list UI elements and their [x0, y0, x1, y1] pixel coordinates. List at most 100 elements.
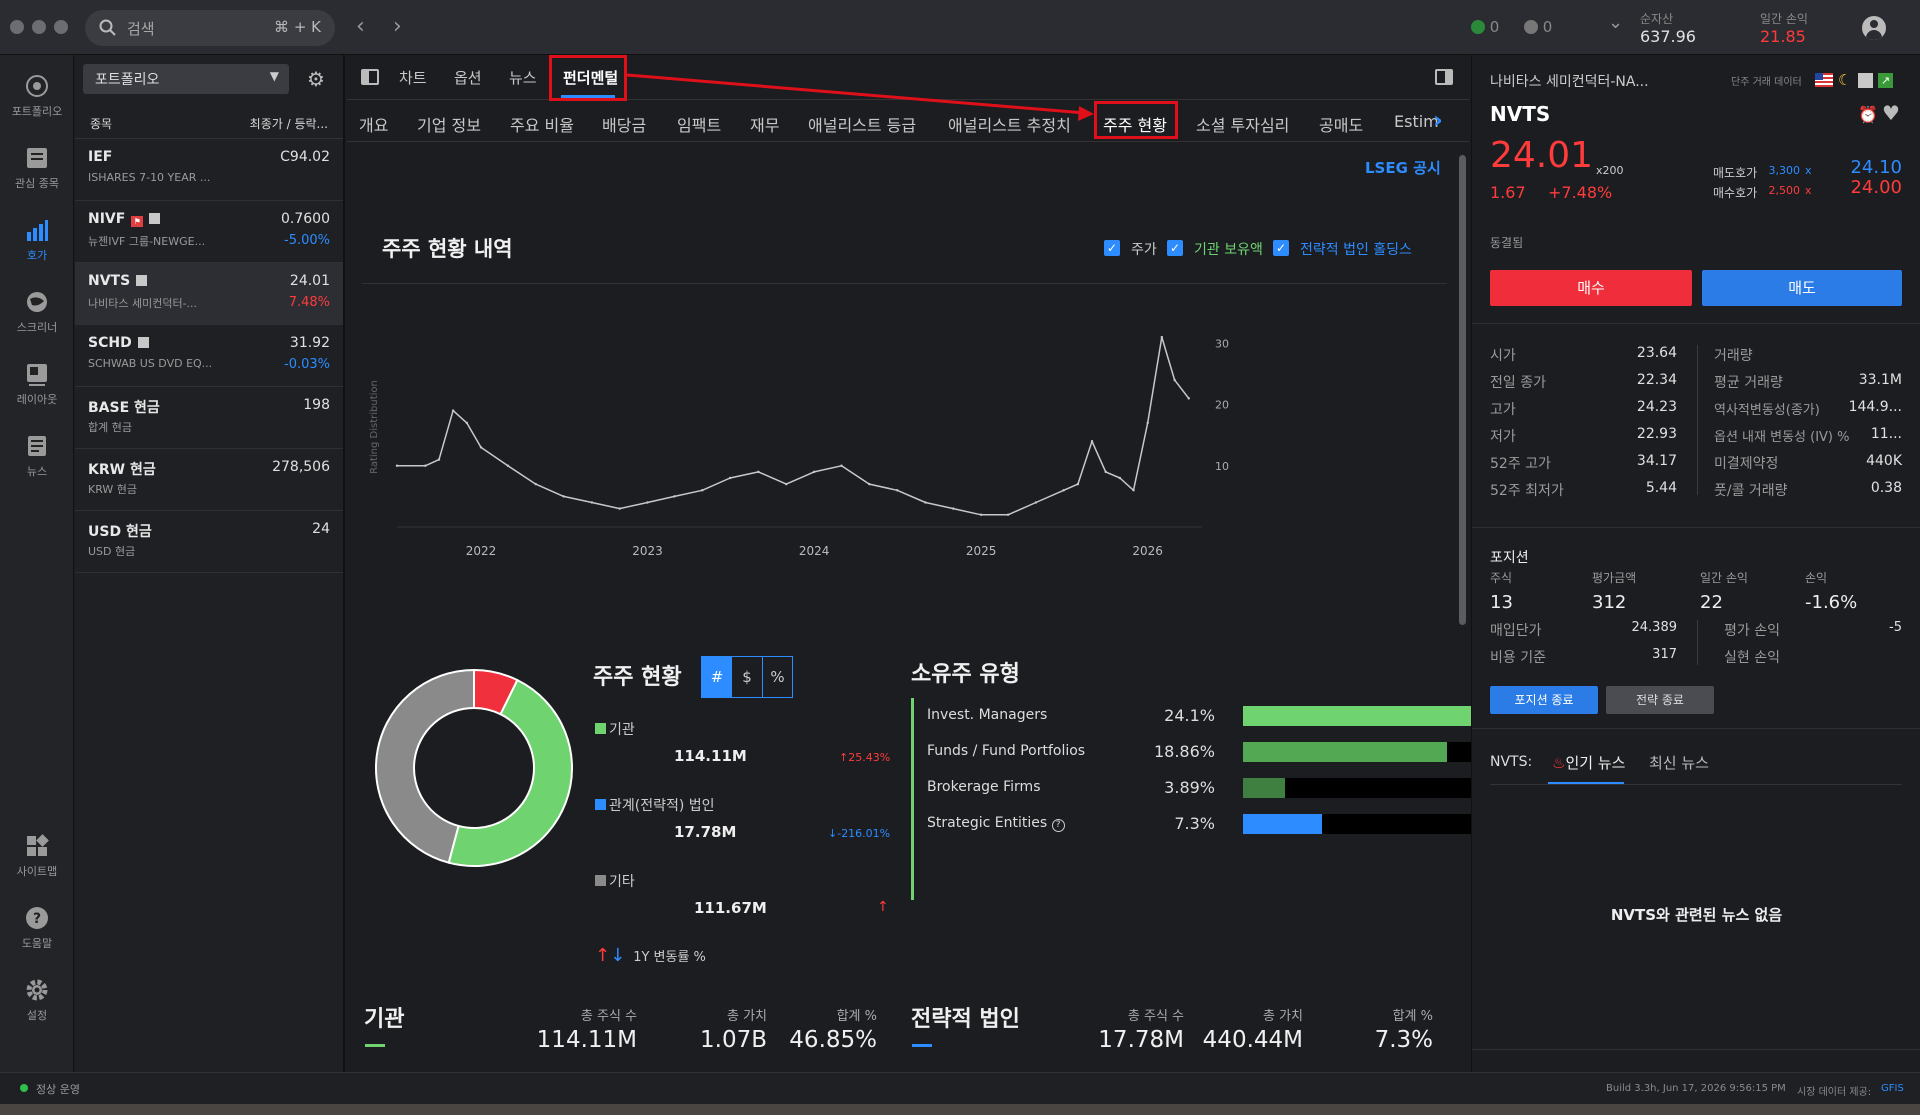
stat-value: 33.1M [1858, 372, 1902, 388]
no-news-message: NVTS와 관련된 뉴스 없음 [1610, 906, 1783, 924]
gear-icon[interactable]: ⚙ [307, 67, 325, 91]
checkbox-strategic[interactable]: ✓ [1273, 240, 1289, 256]
nav-quote[interactable]: 호가 [0, 217, 74, 263]
stat-label: 평균 거래량 [1714, 375, 1783, 391]
nav-screener[interactable]: 스크리너 [0, 289, 74, 335]
portfolio-row[interactable]: USD 현금 USD 현금 24 [75, 511, 343, 573]
bid-price[interactable]: 24.00 [1818, 177, 1902, 198]
back-arrow-icon[interactable]: ‹ [356, 14, 365, 39]
divider [362, 283, 1447, 284]
svg-text:?: ? [33, 911, 41, 927]
subtab-short[interactable]: 공매도 [1319, 112, 1363, 136]
moon-icon: ☾ [1838, 71, 1852, 89]
price-point [534, 482, 537, 486]
row-change: -0.03% [284, 357, 330, 372]
nav-sitemap[interactable]: 사이트맵 [0, 833, 74, 879]
alarm-icon[interactable]: ⏰ [1858, 105, 1878, 124]
y-tick-label: 30 [1215, 337, 1229, 350]
forward-arrow-icon[interactable]: › [393, 14, 402, 39]
close-strategy-button[interactable]: 전략 종료 [1606, 686, 1714, 714]
portfolio-panel: 포트폴리오 ▼ ⚙ 종목 최종가 / 등락... IEF ISHARES 7-1… [75, 55, 345, 1072]
unrealized-value: -5 [1889, 620, 1902, 635]
info-icon[interactable]: ? [1051, 819, 1065, 832]
fire-icon: ♨ [1552, 754, 1566, 772]
checkbox-institutional[interactable]: ✓ [1167, 240, 1183, 256]
price-point [673, 495, 676, 498]
window-close-dot[interactable] [10, 20, 24, 34]
sitemap-icon [27, 834, 49, 856]
search-box[interactable]: 검색 ⌘ + K [85, 10, 335, 46]
nav-help[interactable]: ? 도움말 [0, 905, 74, 951]
close-position-button[interactable]: 포지션 종료 [1490, 686, 1598, 714]
avg-cost-value: 24.389 [1631, 620, 1678, 635]
us-flag-icon [1815, 73, 1833, 87]
window-minimize-dot[interactable] [32, 20, 46, 34]
ask-size: 3,300 [1768, 164, 1801, 177]
window-zoom-dot[interactable] [54, 20, 68, 34]
holders-history-title: 주주 현황 내역 [382, 237, 513, 261]
sell-button[interactable]: 매도 [1702, 270, 1902, 306]
status-dot-icon [20, 1084, 28, 1092]
portfolio-row-selected[interactable]: NVTS 나비타스 세미컨덕터-... 24.01 7.48% [75, 263, 343, 325]
price-point [479, 446, 483, 449]
mode-count-button[interactable]: # [702, 657, 732, 697]
price-point [952, 507, 955, 510]
stat-label: 거래량 [1714, 348, 1753, 364]
chart-icon[interactable]: ↗ [1878, 73, 1893, 88]
portfolio-selector[interactable]: 포트폴리오 ▼ [83, 64, 289, 94]
main-panel: 차트 옵션 뉴스 펀더멘털 개요 기업 정보 주요 비율 배당금 임팩트 재무 … [347, 55, 1505, 1072]
build-info: Build 3.3h, Jun 17, 2026 9:56:15 PM [1606, 1083, 1786, 1094]
panel-toggle-icon[interactable] [1435, 69, 1453, 85]
user-avatar-icon[interactable] [1862, 16, 1886, 40]
x-tick-label: 2024 [799, 544, 830, 558]
nav-portfolio[interactable]: 포트폴리오 [0, 73, 74, 119]
chevron-down-icon[interactable]: ⌄ [1608, 12, 1623, 33]
nav-layout[interactable]: 레이아웃 [0, 361, 74, 407]
nav-news[interactable]: 뉴스 [0, 433, 74, 479]
column-price[interactable]: 최종가 / 등락... [250, 115, 328, 132]
heart-icon[interactable]: ♥ [1882, 101, 1900, 125]
legend-swatch [595, 723, 606, 734]
price-point [1034, 501, 1038, 504]
nav-watchlist[interactable]: 관심 종목 [0, 145, 74, 191]
checkbox-price[interactable]: ✓ [1104, 240, 1120, 256]
stat-label: 풋/콜 거래량 [1714, 483, 1788, 499]
legend-swatch [595, 799, 606, 810]
square-icon[interactable] [1858, 73, 1873, 88]
tab-popular-news[interactable]: ♨인기 뉴스 [1552, 752, 1625, 773]
price-point [1160, 335, 1164, 339]
mode-dollar-button[interactable]: $ [732, 657, 762, 697]
portfolio-row[interactable]: BASE 현금 합계 현금 198 [75, 387, 343, 449]
subtab-social[interactable]: 소셜 투자심리 [1196, 112, 1289, 136]
ownership-pct: 24.1% [1164, 706, 1215, 725]
bid-label: 매수호가 [1713, 186, 1758, 200]
lseg-filings-link[interactable]: LSEG 공시 [1365, 157, 1441, 178]
stat-value: 34.17 [1636, 453, 1677, 469]
connection-status[interactable]: 0 [1471, 18, 1499, 36]
ownership-bar-track [1243, 778, 1505, 798]
stat-value: 144.9... [1848, 399, 1902, 415]
portfolio-row[interactable]: KRW 현금 KRW 현금 278,506 [75, 449, 343, 511]
legend-other: 기타 [595, 871, 635, 891]
nav-settings[interactable]: 설정 [0, 977, 74, 1023]
portfolio-row[interactable]: SCHD SCHWAB US DVD EQ... 31.92 -0.03% [75, 325, 343, 387]
price-point [618, 507, 621, 510]
strat-pct-label: 합계 % [1392, 1009, 1433, 1024]
scrollbar[interactable] [1459, 155, 1466, 625]
pos-pnl: -1.6% [1805, 592, 1858, 613]
portfolio-row[interactable]: NIVF ⚑ 뉴젠IVF 그룹-NEWGE... 0.7600 -5.00% [75, 201, 343, 263]
mode-percent-button[interactable]: % [762, 657, 792, 697]
chevron-right-icon[interactable]: › [1433, 106, 1443, 134]
portfolio-row[interactable]: IEF ISHARES 7-10 YEAR ... C94.02 [75, 139, 343, 201]
dropdown-caret-icon: ▼ [269, 69, 279, 83]
order-status[interactable]: 0 [1524, 18, 1552, 36]
stat-label: 시가 [1490, 348, 1516, 364]
price-point [785, 482, 788, 486]
tab-latest-news[interactable]: 최신 뉴스 [1649, 752, 1709, 773]
market-data-provider[interactable]: GFIS [1881, 1083, 1904, 1094]
buy-button[interactable]: 매수 [1490, 270, 1692, 306]
ask-price[interactable]: 24.10 [1818, 157, 1902, 178]
column-symbol[interactable]: 종목 [90, 115, 112, 132]
ownership-accent-bar [911, 698, 914, 900]
stat-label: 옵션 내재 변동성 (IV) % [1714, 430, 1850, 445]
